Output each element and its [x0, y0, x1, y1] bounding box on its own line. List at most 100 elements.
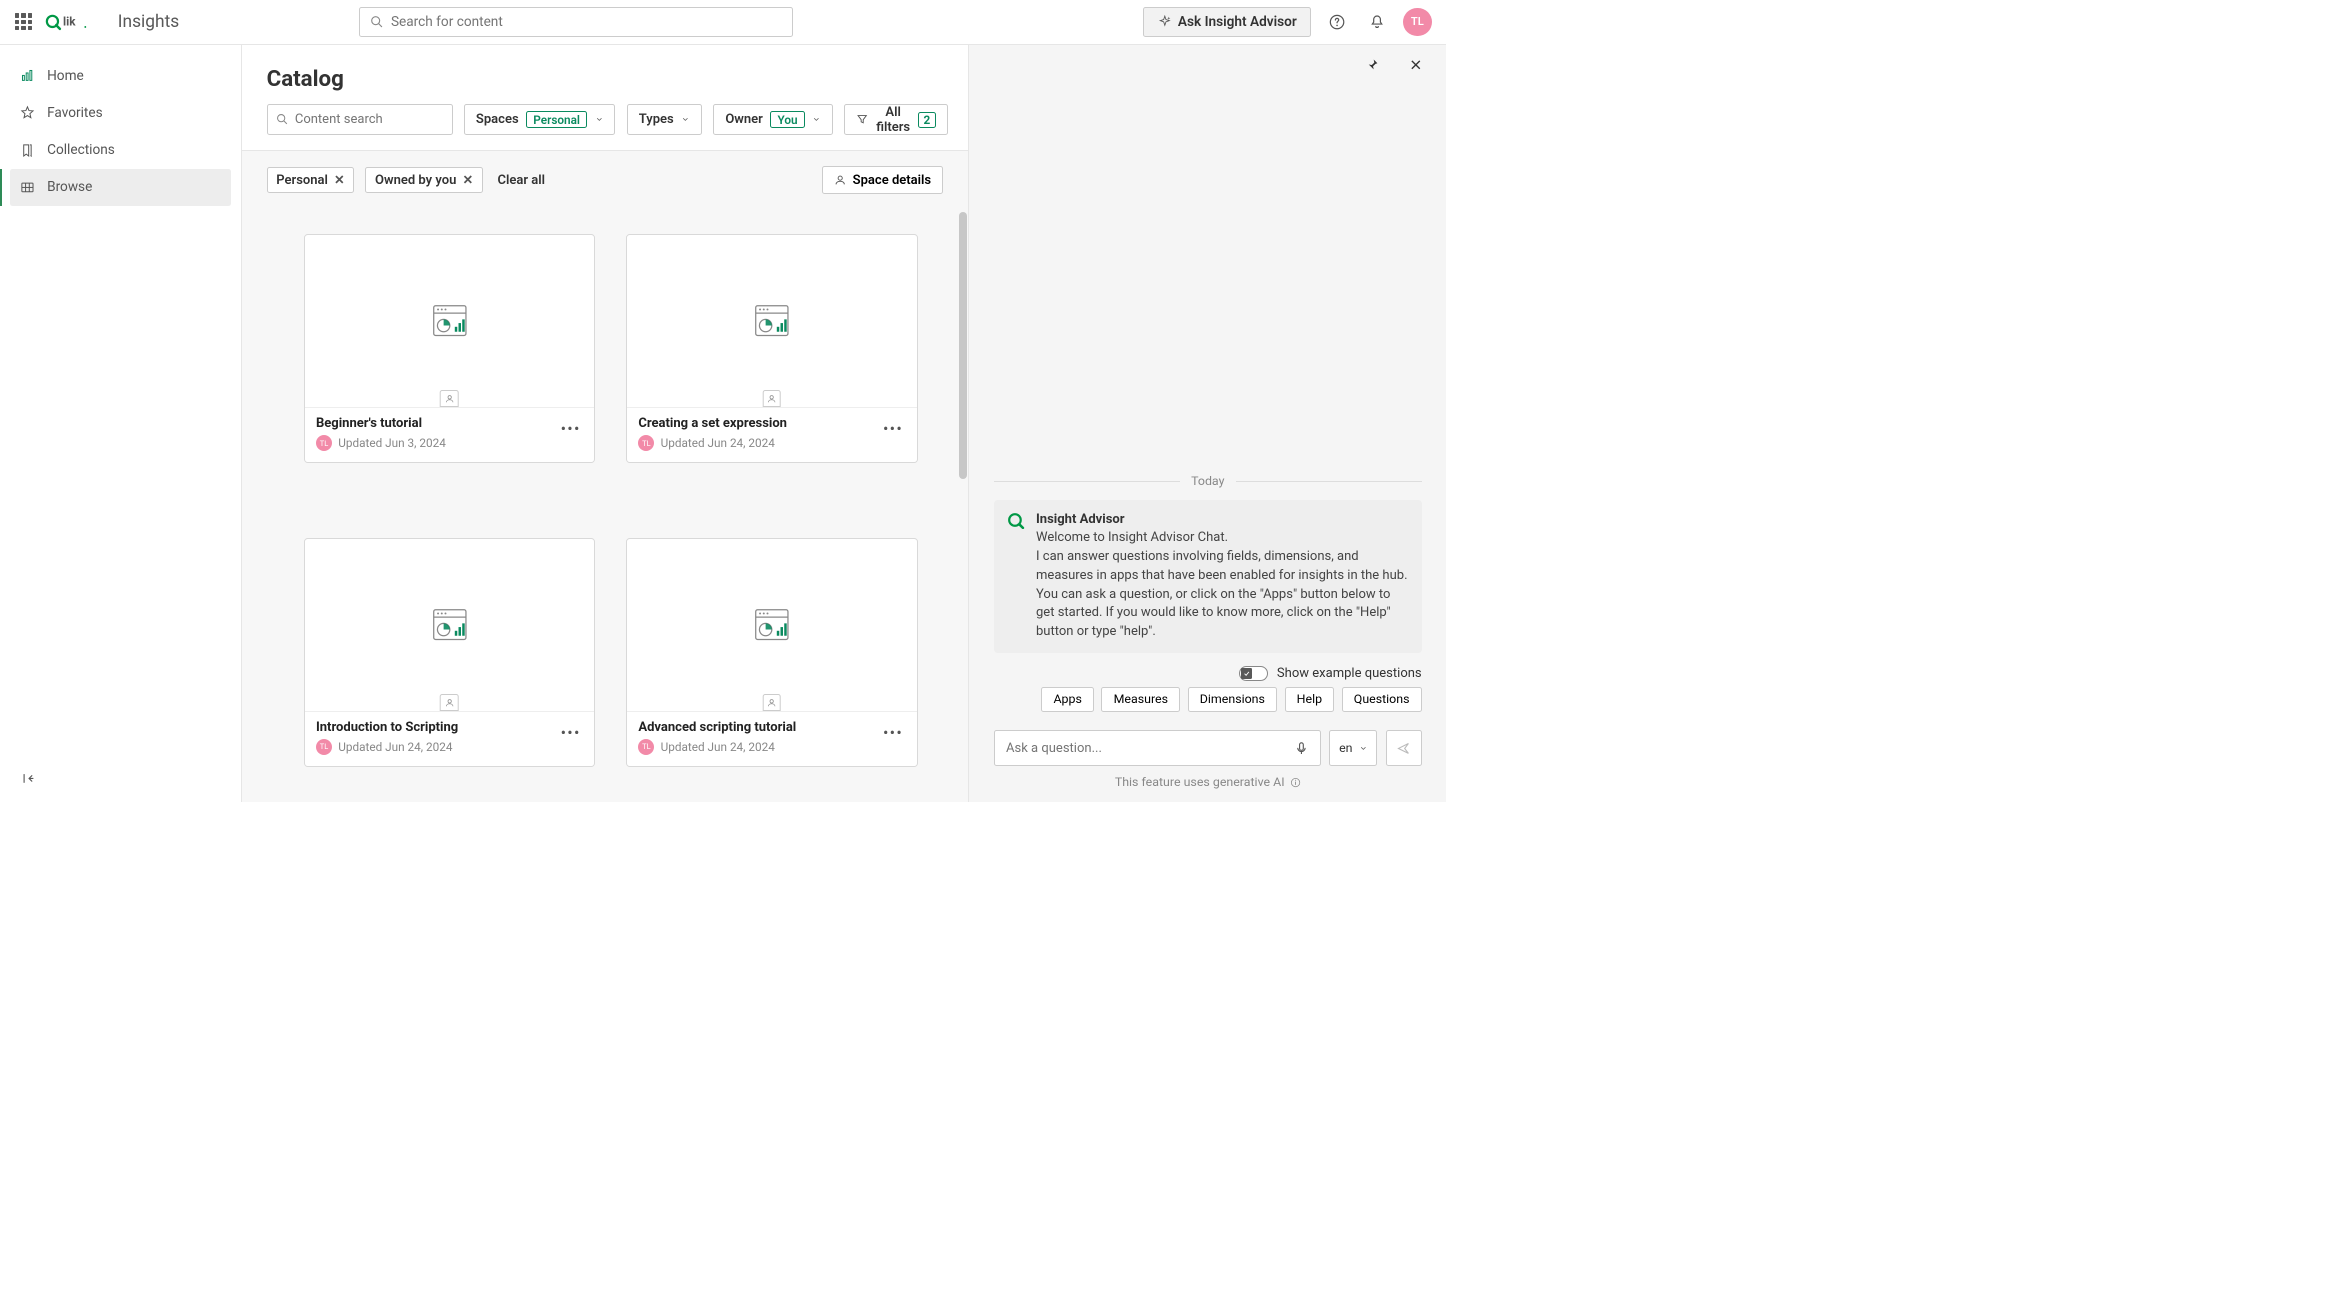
- user-avatar[interactable]: TL: [1403, 8, 1432, 37]
- clear-all-filters[interactable]: Clear all: [498, 173, 546, 188]
- chat-input[interactable]: [994, 730, 1321, 766]
- content-search-input[interactable]: [295, 112, 461, 127]
- ask-insight-advisor-button[interactable]: Ask Insight Advisor: [1143, 7, 1311, 37]
- global-search-input[interactable]: [391, 14, 782, 30]
- card-owner-avatar: TL: [316, 739, 332, 755]
- apps-launcher-icon[interactable]: [15, 13, 32, 30]
- quick-btn-help[interactable]: Help: [1285, 687, 1335, 712]
- types-filter[interactable]: Types: [627, 104, 702, 135]
- quick-btn-measures[interactable]: Measures: [1101, 687, 1180, 712]
- breadcrumb: Insights: [118, 12, 179, 32]
- notifications-icon[interactable]: [1363, 8, 1390, 35]
- sidebar-item-label: Home: [47, 68, 84, 84]
- card-title: Introduction to Scripting: [316, 720, 558, 735]
- search-icon: [370, 15, 384, 29]
- card-updated-text: Updated Jun 24, 2024: [661, 436, 775, 450]
- chevron-down-icon: [681, 115, 690, 124]
- sidebar-item-label: Collections: [47, 142, 115, 158]
- card-title: Beginner's tutorial: [316, 416, 558, 431]
- card-more-menu[interactable]: •••: [558, 416, 583, 441]
- show-examples-toggle[interactable]: [1239, 666, 1269, 681]
- card-title: Creating a set expression: [638, 416, 880, 431]
- remove-chip-icon[interactable]: ✕: [334, 172, 344, 188]
- chat-date-label: Today: [1191, 474, 1224, 489]
- chevron-down-icon: [812, 115, 821, 124]
- app-card[interactable]: Beginner's tutorial TL Updated Jun 3, 20…: [304, 234, 595, 463]
- personal-space-badge: [440, 694, 459, 711]
- help-icon[interactable]: [1324, 8, 1351, 35]
- chat-input-field[interactable]: [1006, 741, 1286, 756]
- card-owner-avatar: TL: [316, 435, 332, 451]
- app-card[interactable]: Introduction to Scripting TL Updated Jun…: [304, 538, 595, 767]
- chat-sender-name: Insight Advisor: [1036, 512, 1408, 527]
- card-more-menu[interactable]: •••: [558, 720, 583, 745]
- owner-filter[interactable]: Owner You: [713, 104, 833, 135]
- sidebar-item-home[interactable]: Home: [10, 57, 231, 94]
- card-preview: [627, 539, 916, 711]
- card-more-menu[interactable]: •••: [881, 720, 906, 745]
- grid-icon: [20, 180, 35, 195]
- chat-text-line: You can ask a question, or click on the …: [1036, 586, 1408, 643]
- topbar: lik Insights Ask Insight Advisor TL: [0, 0, 1446, 45]
- cards-grid: Beginner's tutorial TL Updated Jun 3, 20…: [242, 209, 968, 802]
- chip-label: Owned by you: [375, 173, 456, 188]
- sidebar: Home Favorites Collections Browse: [0, 45, 242, 803]
- app-icon: [752, 606, 792, 643]
- app-card[interactable]: Creating a set expression TL Updated Jun…: [626, 234, 917, 463]
- user-icon: [834, 174, 846, 186]
- chat-date-separator: Today: [994, 474, 1422, 489]
- card-title: Advanced scripting tutorial: [638, 720, 880, 735]
- page-title: Catalog: [267, 66, 944, 92]
- owner-filter-badge: You: [770, 111, 804, 128]
- space-details-label: Space details: [853, 173, 931, 188]
- app-card[interactable]: Advanced scripting tutorial TL Updated J…: [626, 538, 917, 767]
- app-icon: [752, 302, 792, 339]
- bookmark-icon: [20, 143, 35, 158]
- all-filters-label: All filters: [876, 105, 910, 135]
- quick-btn-questions[interactable]: Questions: [1342, 687, 1422, 712]
- filter-chip-owned-by-you[interactable]: Owned by you ✕: [365, 167, 482, 193]
- types-filter-label: Types: [639, 112, 674, 127]
- collapse-sidebar-button[interactable]: [15, 765, 42, 792]
- card-more-menu[interactable]: •••: [881, 416, 906, 441]
- card-updated-text: Updated Jun 24, 2024: [661, 740, 775, 754]
- info-icon[interactable]: [1290, 777, 1301, 788]
- scrollbar-thumb[interactable]: [959, 212, 968, 479]
- language-selector[interactable]: en: [1329, 730, 1377, 766]
- app-icon: [430, 302, 470, 339]
- send-button[interactable]: [1386, 730, 1422, 766]
- chip-label: Personal: [276, 173, 328, 188]
- personal-space-badge: [763, 694, 782, 711]
- card-preview: [305, 235, 594, 407]
- chart-icon: [20, 68, 35, 83]
- sidebar-item-favorites[interactable]: Favorites: [10, 94, 231, 131]
- filter-icon: [856, 113, 868, 125]
- insight-advisor-panel: Today Insight Advisor Welcome to Insight…: [969, 45, 1446, 803]
- filter-chip-personal[interactable]: Personal ✕: [267, 167, 355, 193]
- chevron-down-icon: [1359, 744, 1368, 753]
- personal-space-badge: [440, 390, 459, 407]
- sidebar-item-browse[interactable]: Browse: [10, 169, 231, 206]
- quick-btn-dimensions[interactable]: Dimensions: [1188, 687, 1277, 712]
- ask-button-label: Ask Insight Advisor: [1178, 14, 1297, 30]
- card-owner-avatar: TL: [638, 739, 654, 755]
- sidebar-item-collections[interactable]: Collections: [10, 131, 231, 168]
- card-owner-avatar: TL: [638, 435, 654, 451]
- chat-text-line: Welcome to Insight Advisor Chat.: [1036, 529, 1408, 548]
- language-label: en: [1339, 741, 1352, 756]
- owner-filter-label: Owner: [725, 112, 763, 127]
- space-details-button[interactable]: Space details: [822, 166, 943, 195]
- show-examples-label: Show example questions: [1277, 666, 1422, 681]
- quick-btn-apps[interactable]: Apps: [1041, 687, 1094, 712]
- close-panel-button[interactable]: [1402, 51, 1429, 78]
- app-icon: [430, 606, 470, 643]
- microphone-icon[interactable]: [1294, 741, 1309, 756]
- all-filters-button[interactable]: All filters 2: [844, 104, 948, 135]
- remove-chip-icon[interactable]: ✕: [463, 172, 473, 188]
- qlik-logo[interactable]: lik: [45, 9, 101, 34]
- pin-panel-button[interactable]: [1358, 51, 1385, 78]
- content-search[interactable]: [267, 104, 453, 135]
- spaces-filter-badge: Personal: [526, 111, 587, 128]
- global-search[interactable]: [359, 7, 793, 37]
- spaces-filter[interactable]: Spaces Personal: [464, 104, 616, 135]
